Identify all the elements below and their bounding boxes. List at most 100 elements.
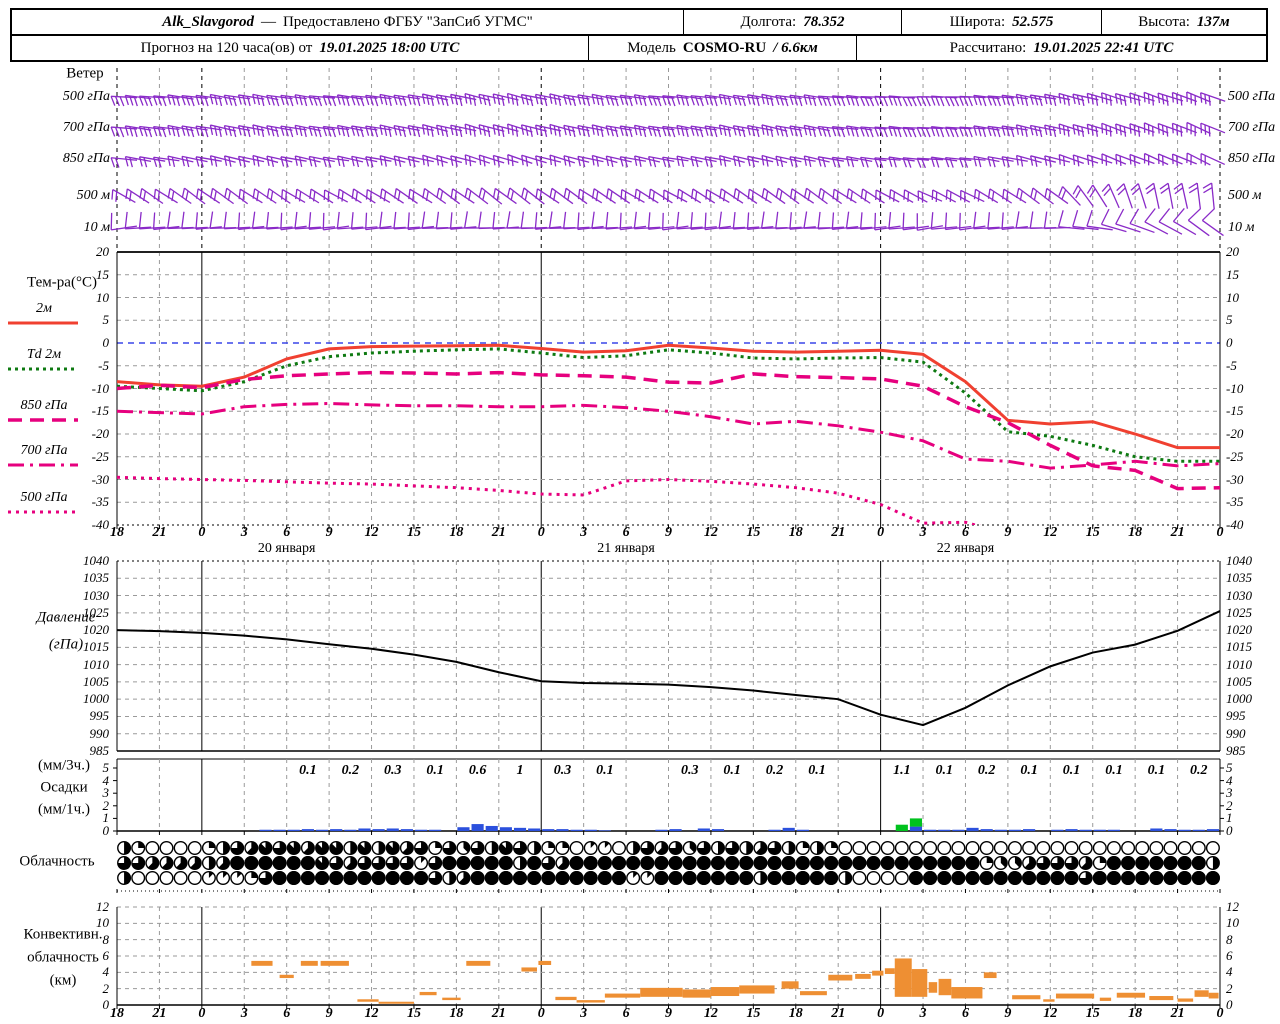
hour-label-bottom: 15 <box>746 1006 761 1021</box>
date-label: 22 января <box>936 541 995 556</box>
temp-ytick-right: 10 <box>1226 289 1239 305</box>
pressure-ytick-right: 1035 <box>1226 570 1252 586</box>
hour-label-bottom: 9 <box>325 1006 333 1021</box>
convective-panel-label-3: (км) <box>49 972 77 989</box>
hour-label: 21 <box>1170 525 1185 540</box>
hour-label: 21 <box>152 525 167 540</box>
precip-panel-label-2: Осадки <box>40 779 88 796</box>
convective-ytick-left: 8 <box>102 931 110 947</box>
precip-amount-3h: 0.1 <box>1062 763 1081 778</box>
hour-label-bottom: 18 <box>110 1006 124 1021</box>
hour-label-bottom: 0 <box>537 1006 545 1021</box>
hour-label: 9 <box>325 525 333 540</box>
convective-ytick-right: 6 <box>1226 948 1233 963</box>
pressure-ytick-left: 1040 <box>83 553 109 568</box>
hour-label-bottom: 21 <box>1170 1006 1185 1021</box>
convective-ytick-right: 0 <box>1226 997 1233 1012</box>
hour-label: 3 <box>919 525 927 540</box>
precip-amount-3h: 0.2 <box>1190 763 1208 778</box>
hour-label-bottom: 9 <box>665 1006 672 1021</box>
temp-ytick-left: 0 <box>102 335 110 350</box>
temp-ytick-right: -20 <box>1226 426 1244 441</box>
wind-panel-label: Ветер <box>66 65 104 82</box>
hour-label: 6 <box>961 525 969 540</box>
hour-label-bottom: 6 <box>961 1006 969 1021</box>
hour-label: 12 <box>703 525 718 540</box>
hour-label: 0 <box>537 525 545 540</box>
convective-ytick-left: 10 <box>96 915 109 931</box>
wind-level-label-left: 10 м <box>83 220 110 235</box>
temp-legend-label: Td 2м <box>26 347 62 362</box>
pressure-ytick-right: 990 <box>1226 725 1246 741</box>
hour-label: 12 <box>1043 525 1058 540</box>
pressure-ytick-right: 1020 <box>1226 622 1252 638</box>
pressure-ytick-right: 1015 <box>1226 639 1252 655</box>
hour-label-bottom: 21 <box>152 1006 167 1021</box>
convective-panel-label-1: Конвективн. <box>23 926 103 943</box>
precip-amount-3h: 0.2 <box>977 763 996 778</box>
convective-ytick-right: 8 <box>1226 931 1233 947</box>
precip-amount-3h: 0.1 <box>426 763 444 778</box>
precip-ytick-right: 5 <box>1226 760 1233 775</box>
hour-label-bottom: 0 <box>1216 1006 1224 1021</box>
pressure-ytick-left: 985 <box>89 743 110 758</box>
temp-ytick-right: 0 <box>1226 335 1233 350</box>
precip-amount-3h: 0.3 <box>553 763 572 778</box>
temp-ytick-right: 15 <box>1226 266 1239 282</box>
convective-ytick-left: 6 <box>102 948 110 963</box>
pressure-ytick-right: 1010 <box>1226 656 1252 672</box>
temp-legend-label: 700 гПа <box>20 443 68 458</box>
precip-amount-3h: 0.1 <box>935 763 954 778</box>
temp-ytick-left: 5 <box>102 312 110 328</box>
pressure-ytick-right: 985 <box>1226 743 1246 758</box>
convective-ytick-left: 2 <box>102 980 110 996</box>
convective-ytick-left: 0 <box>102 997 110 1012</box>
hour-label-bottom: 12 <box>364 1006 379 1021</box>
hour-label: 3 <box>580 525 588 540</box>
temp-legend-label: 2м <box>36 301 52 316</box>
temp-ytick-right: -10 <box>1226 380 1244 396</box>
hour-label: 9 <box>1004 525 1012 540</box>
hour-label: 6 <box>622 525 630 540</box>
pressure-ytick-left: 1020 <box>83 622 109 638</box>
precip-amount-3h: 0.2 <box>765 763 784 778</box>
convective-ytick-right: 12 <box>1226 899 1239 914</box>
hour-label: 0 <box>198 525 206 540</box>
hour-label-bottom: 18 <box>449 1006 464 1021</box>
hour-label: 21 <box>831 525 846 540</box>
precip-amount-3h: 1 <box>516 763 524 778</box>
cloud-panel-label: Облачность <box>19 853 95 870</box>
precip-amount-3h: 0.1 <box>808 763 826 778</box>
hour-label: 0 <box>877 525 885 540</box>
hour-label: 0 <box>1216 525 1224 540</box>
temp-ytick-right: -35 <box>1226 494 1244 510</box>
pressure-ytick-left: 1025 <box>83 604 109 620</box>
precip-ytick-left: 5 <box>102 760 110 775</box>
convective-ytick-right: 4 <box>1226 964 1233 980</box>
precip-amount-3h: 1.1 <box>893 763 911 778</box>
pressure-ytick-left: 1030 <box>83 587 109 603</box>
wind-level-label-left: 700 гПа <box>62 120 110 135</box>
wind-level-label-right: 10 м <box>1228 220 1255 235</box>
temp-legend-label: 500 гПа <box>20 490 68 505</box>
hour-label-bottom: 18 <box>1128 1006 1143 1021</box>
wind-level-label-right: 700 гПа <box>1228 120 1276 135</box>
temp-ytick-left: -5 <box>98 357 109 373</box>
temp-ytick-left: -25 <box>91 448 109 464</box>
pressure-ytick-left: 990 <box>89 725 110 741</box>
temp-legend-label: 850 гПа <box>20 398 68 413</box>
hour-label-bottom: 0 <box>877 1006 885 1021</box>
hour-label: 18 <box>788 525 803 540</box>
precip-amount-3h: 0.2 <box>341 763 360 778</box>
hour-label: 9 <box>665 525 672 540</box>
precip-amount-3h: 0.1 <box>299 763 317 778</box>
pressure-ytick-left: 1015 <box>83 639 109 655</box>
hour-label-bottom: 0 <box>198 1006 206 1021</box>
convective-ytick-left: 4 <box>102 964 110 980</box>
hour-label: 15 <box>746 525 761 540</box>
temp-ytick-left: -20 <box>91 426 109 441</box>
pressure-ytick-left: 995 <box>89 708 110 724</box>
hour-label-bottom: 9 <box>1004 1006 1012 1021</box>
precip-amount-3h: 0.3 <box>680 763 699 778</box>
wind-level-label-left: 500 гПа <box>62 89 110 104</box>
